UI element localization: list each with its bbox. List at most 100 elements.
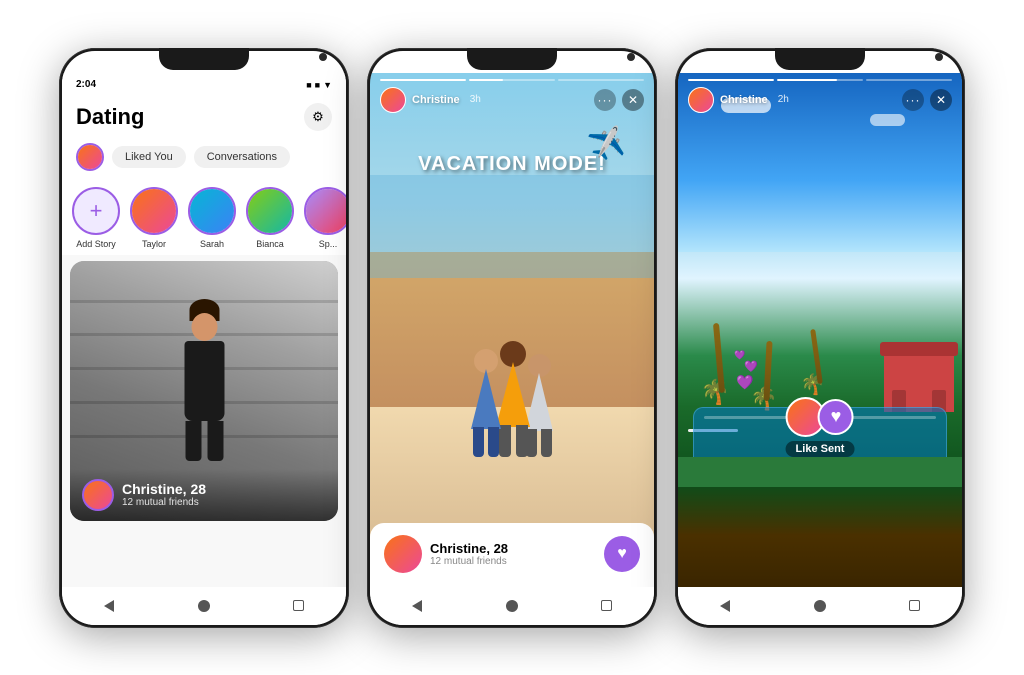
more-icon: ···	[598, 93, 613, 107]
story-like-button[interactable]: ♥	[604, 536, 640, 572]
story-card-mutual: 12 mutual friends	[430, 556, 508, 567]
story-post-time: 3h	[470, 94, 481, 105]
story-user-row: Christine 3h ··· ✕	[380, 87, 644, 113]
story-progress-bars	[380, 79, 644, 81]
back-icon-2	[412, 600, 422, 612]
story-card-person-name: Christine, 28	[430, 541, 508, 556]
phone-3-camera	[935, 53, 943, 61]
like-sent-avatars: ♥	[786, 397, 854, 437]
phone-3-nav	[678, 587, 962, 625]
phone-1-notch	[159, 48, 249, 70]
home-icon-2	[506, 600, 518, 612]
story-card-text: Christine, 28 12 mutual friends	[430, 541, 508, 567]
cloud-2	[870, 114, 905, 126]
nav-home-button[interactable]	[193, 595, 215, 617]
story-sarah[interactable]: Sarah	[188, 187, 236, 249]
resort-background: 🌴 🌴 🌴 💜 💜	[678, 73, 962, 587]
building-roof	[880, 342, 958, 356]
add-story-item[interactable]: + Add Story	[72, 187, 120, 249]
recents-icon-2	[601, 600, 612, 611]
woman-1-figure	[471, 349, 501, 457]
story-more-button[interactable]: ···	[594, 89, 616, 111]
story-avatar-sarah[interactable]	[188, 187, 236, 235]
story-bianca[interactable]: Bianca	[246, 187, 294, 249]
app-header: Dating ⚙	[62, 97, 346, 139]
story-bottom-card: Christine, 28 12 mutual friends ♥	[370, 523, 654, 587]
add-story-button[interactable]: +	[72, 187, 120, 235]
phone-2-camera	[627, 53, 635, 61]
dating-home-screen: 2:04 ■ ■ ▼ Dating ⚙ Liked You	[62, 73, 346, 587]
nav-recents-button[interactable]	[288, 595, 310, 617]
user-avatar-tab[interactable]	[76, 143, 104, 171]
palm-tree-2: 🌴	[758, 341, 777, 412]
close-icon: ✕	[628, 93, 638, 107]
profile-card[interactable]: Christine, 28 12 mutual friends	[70, 261, 338, 521]
phone-2-nav	[370, 587, 654, 625]
status-time: 2:04	[76, 79, 96, 90]
p3-progress-bar-1	[688, 79, 774, 81]
nav-recents-button-2[interactable]	[596, 595, 618, 617]
story-taylor-label: Taylor	[142, 239, 166, 249]
progress-bar-2	[469, 79, 555, 81]
story-avatar-sp[interactable]	[304, 187, 346, 235]
p3-more-icon: ···	[906, 93, 921, 107]
story-taylor[interactable]: Taylor	[130, 187, 178, 249]
progress-bar-3	[558, 79, 644, 81]
p3-story-user-row: Christine 2h ··· ✕	[688, 87, 952, 113]
app-title: Dating	[76, 104, 144, 130]
story-bianca-label: Bianca	[256, 239, 284, 249]
story-sp[interactable]: Sp...	[304, 187, 346, 249]
nav-recents-button-3[interactable]	[904, 595, 926, 617]
story-sarah-label: Sarah	[200, 239, 224, 249]
heart-bubble-3: 💜	[734, 350, 745, 361]
recents-icon-3	[909, 600, 920, 611]
p3-story-progress-bars	[688, 79, 952, 81]
p3-progress-fill-1	[688, 79, 774, 81]
story-avatar-bianca[interactable]	[246, 187, 294, 235]
card-person-name: Christine, 28	[122, 481, 206, 497]
p3-story-post-time: 2h	[778, 94, 789, 105]
nav-back-button[interactable]	[98, 595, 120, 617]
gear-icon: ⚙	[312, 109, 324, 125]
story-card-user-info: Christine, 28 12 mutual friends	[384, 535, 508, 573]
vacation-mode-text: VACATION MODE!	[418, 153, 606, 176]
heart-sent-icon: ♥	[831, 406, 842, 427]
palm-leaves-1: 🌴	[700, 378, 730, 407]
ocean	[370, 175, 654, 278]
palm-tree-1: 🌴	[708, 323, 730, 407]
story-close-button[interactable]: ✕	[622, 89, 644, 111]
avatar-sarah-img	[190, 189, 234, 233]
liked-you-tab[interactable]: Liked You	[112, 146, 186, 168]
card-avatar	[82, 479, 114, 511]
p3-story-close-button[interactable]: ✕	[930, 89, 952, 111]
p3-story-more-button[interactable]: ···	[902, 89, 924, 111]
phone-2-screen-container: VACATION MODE! ✈️ Chri	[370, 51, 654, 625]
nav-home-button-3[interactable]	[809, 595, 831, 617]
grass-ground	[678, 457, 962, 487]
story-avatar-taylor[interactable]	[130, 187, 178, 235]
story-header-actions: ··· ✕	[594, 89, 644, 111]
story-beach-background: VACATION MODE! ✈️	[370, 73, 654, 587]
women-group-figures	[471, 341, 553, 457]
p3-close-icon: ✕	[936, 93, 946, 107]
nav-back-button-2[interactable]	[406, 595, 428, 617]
story-poster-name: Christine	[412, 94, 460, 106]
avatar-image	[78, 145, 102, 169]
phone-1: 2:04 ■ ■ ▼ Dating ⚙ Liked You	[59, 48, 349, 628]
settings-button[interactable]: ⚙	[304, 103, 332, 131]
woman-2-figure	[496, 341, 530, 457]
home-icon-3	[814, 600, 826, 612]
avatar-taylor-img	[132, 189, 176, 233]
nav-back-button-3[interactable]	[714, 595, 736, 617]
heart-icon: ♥	[617, 545, 627, 563]
card-mutual-friends: 12 mutual friends	[122, 497, 206, 508]
nav-home-button-2[interactable]	[501, 595, 523, 617]
back-icon	[104, 600, 114, 612]
phone-3: 🌴 🌴 🌴 💜 💜	[675, 48, 965, 628]
plane-emoji: ✈️	[585, 124, 627, 165]
progress-bar-1	[380, 79, 466, 81]
status-bar: 2:04 ■ ■ ▼	[62, 73, 346, 97]
conversations-tab[interactable]: Conversations	[194, 146, 290, 168]
home-icon	[198, 600, 210, 612]
heart-bubble-2: 💜	[744, 360, 758, 373]
